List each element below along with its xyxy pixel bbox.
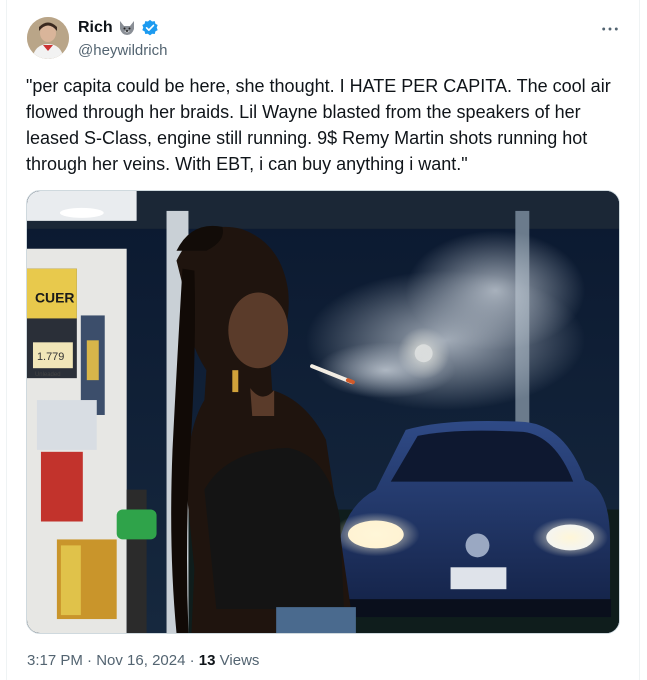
tweet-meta: 3:17 PM · Nov 16, 2024 · 13 Views [27,652,259,669]
pump-price-text: 1.779 [37,351,64,363]
author-name-row[interactable]: Rich [78,19,159,37]
tweet-image[interactable]: CUER 1.779 Unleaded [26,190,620,634]
avatar[interactable] [27,17,69,59]
author-handle[interactable]: @heywildrich [78,42,167,59]
tweet-date[interactable]: Nov 16, 2024 [96,652,185,669]
wolf-emoji-icon [118,20,136,36]
views-label: Views [219,652,260,669]
pump-grade-text: Unleaded [35,372,61,378]
meta-separator: · [87,652,93,669]
more-options-icon[interactable] [599,18,621,40]
tweet-time[interactable]: 3:17 PM [27,652,83,669]
tweet-text: "per capita could be here, she thought. … [26,76,616,174]
pump-brand-text: CUER [35,290,75,306]
views-count[interactable]: 13 [199,652,216,669]
author-display-name[interactable]: Rich [78,19,113,37]
verified-badge-icon [141,19,159,37]
meta-separator: · [189,652,195,669]
